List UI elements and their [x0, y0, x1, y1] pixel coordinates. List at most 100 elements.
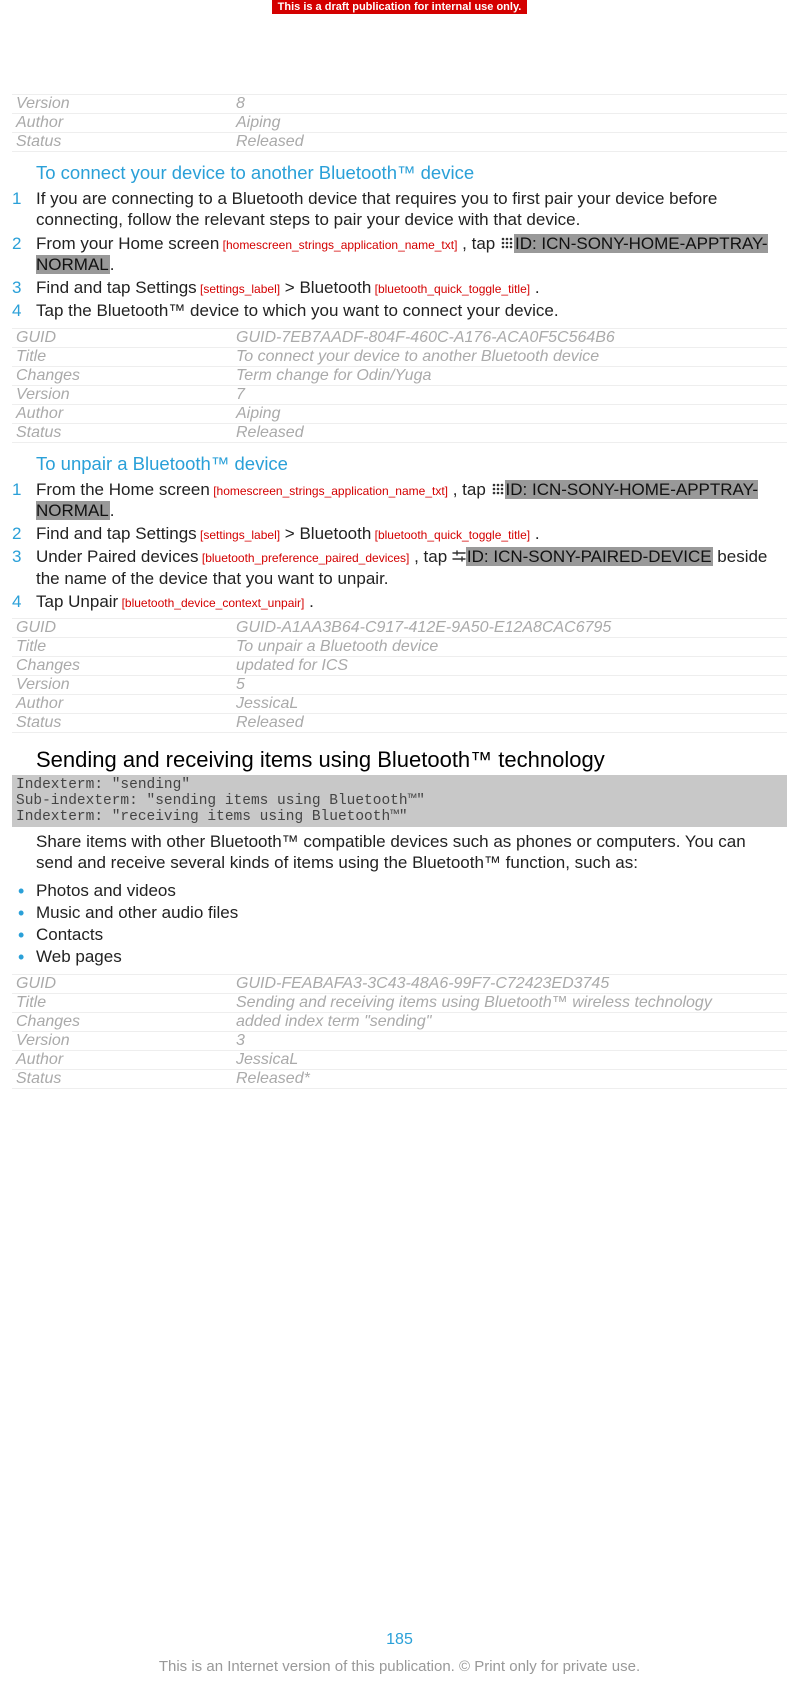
meta-value: JessicaL: [232, 1050, 787, 1069]
page-number: 185: [0, 1631, 799, 1649]
meta-key: GUID: [12, 974, 232, 993]
list-item: Photos and videos: [12, 880, 787, 902]
meta-key: Author: [12, 114, 232, 133]
text: Tap: [36, 592, 68, 611]
meta-value: Term change for Odin/Yuga: [232, 366, 787, 385]
ui-home-screen: Home screen: [118, 234, 219, 253]
meta-key: Author: [12, 695, 232, 714]
meta-key: Status: [12, 423, 232, 442]
string-ref: [bluetooth_preference_paired_devices]: [199, 551, 410, 565]
text: .: [110, 501, 115, 520]
meta-value: To unpair a Bluetooth device: [232, 638, 787, 657]
step-item: From your Home screen [homescreen_string…: [12, 233, 787, 276]
table-row: StatusReleased: [12, 133, 787, 152]
ui-settings: Settings: [135, 524, 196, 543]
meta-table-unpair: GUIDGUID-A1AA3B64-C917-412E-9A50-E12A8CA…: [12, 618, 787, 733]
text: .: [530, 524, 539, 543]
meta-key: Status: [12, 714, 232, 733]
section-heading-connect: To connect your device to another Blueto…: [36, 162, 787, 184]
table-row: Version7: [12, 385, 787, 404]
ui-settings: Settings: [135, 278, 196, 297]
step-item: If you are connecting to a Bluetooth dev…: [12, 188, 787, 231]
meta-value: 8: [232, 95, 787, 114]
table-row: StatusReleased*: [12, 1069, 787, 1088]
meta-value: GUID-FEABAFA3-3C43-48A6-99F7-C72423ED374…: [232, 974, 787, 993]
meta-key: Status: [12, 133, 232, 152]
meta-value: GUID-7EB7AADF-804F-460C-A176-ACA0F5C564B…: [232, 328, 787, 347]
text: >: [280, 278, 299, 297]
footer-note: This is an Internet version of this publ…: [0, 1658, 799, 1675]
table-row: Version3: [12, 1031, 787, 1050]
list-item: Web pages: [12, 946, 787, 968]
text: >: [280, 524, 299, 543]
meta-key: Title: [12, 347, 232, 366]
meta-key: Changes: [12, 1012, 232, 1031]
string-ref: [homescreen_strings_application_name_txt…: [210, 484, 448, 498]
text: From the: [36, 480, 109, 499]
table-row: Version8: [12, 95, 787, 114]
ui-paired-devices: Paired devices: [87, 547, 199, 566]
meta-key: Version: [12, 385, 232, 404]
string-ref: [settings_label]: [197, 528, 280, 542]
meta-value: 7: [232, 385, 787, 404]
meta-value: Aiping: [232, 114, 787, 133]
string-ref: [homescreen_strings_application_name_txt…: [219, 238, 457, 252]
string-ref: [bluetooth_quick_toggle_title]: [371, 282, 530, 296]
step-item: Find and tap Settings [settings_label] >…: [12, 523, 787, 544]
meta-key: Changes: [12, 366, 232, 385]
list-item: Contacts: [12, 924, 787, 946]
meta-value: Aiping: [232, 404, 787, 423]
meta-value: 5: [232, 676, 787, 695]
text: Find and tap: [36, 524, 135, 543]
meta-key: Version: [12, 95, 232, 114]
meta-value: To connect your device to another Blueto…: [232, 347, 787, 366]
text: , tap: [409, 547, 452, 566]
meta-value: 3: [232, 1031, 787, 1050]
meta-key: Title: [12, 993, 232, 1012]
step-item: Under Paired devices [bluetooth_preferen…: [12, 546, 787, 589]
table-row: AuthorAiping: [12, 114, 787, 133]
meta-value: JessicaL: [232, 695, 787, 714]
section-heading-unpair: To unpair a Bluetooth™ device: [36, 453, 787, 475]
ui-unpair: Unpair: [68, 592, 118, 611]
text: .: [530, 278, 539, 297]
icon-id: ID: ICN-SONY-PAIRED-DEVICE: [466, 547, 713, 566]
steps-unpair: From the Home screen [homescreen_strings…: [12, 479, 787, 613]
meta-key: GUID: [12, 619, 232, 638]
string-ref: [bluetooth_device_context_unpair]: [118, 596, 304, 610]
ui-home-screen: Home screen: [109, 480, 210, 499]
text: , tap: [457, 234, 500, 253]
text: Under: [36, 547, 87, 566]
table-row: TitleTo connect your device to another B…: [12, 347, 787, 366]
table-row: AuthorAiping: [12, 404, 787, 423]
table-row: Version5: [12, 676, 787, 695]
meta-value: Released: [232, 133, 787, 152]
text: .: [304, 592, 313, 611]
meta-key: Author: [12, 1050, 232, 1069]
meta-key: Version: [12, 1031, 232, 1050]
step-item: Tap Unpair [bluetooth_device_context_unp…: [12, 591, 787, 612]
table-row: AuthorJessicaL: [12, 695, 787, 714]
step-item: Tap the Bluetooth™ device to which you w…: [12, 300, 787, 321]
string-ref: [bluetooth_quick_toggle_title]: [371, 528, 530, 542]
apptray-icon: [500, 234, 514, 248]
meta-key: GUID: [12, 328, 232, 347]
table-row: GUIDGUID-7EB7AADF-804F-460C-A176-ACA0F5C…: [12, 328, 787, 347]
indexterm-block: Indexterm: "sending" Sub-indexterm: "sen…: [12, 775, 787, 827]
list-item: Music and other audio files: [12, 902, 787, 924]
table-row: TitleTo unpair a Bluetooth device: [12, 638, 787, 657]
meta-value: Released: [232, 714, 787, 733]
text: Find and tap: [36, 278, 135, 297]
meta-key: Author: [12, 404, 232, 423]
meta-value: Released: [232, 423, 787, 442]
step-item: Find and tap Settings [settings_label] >…: [12, 277, 787, 298]
table-row: GUIDGUID-A1AA3B64-C917-412E-9A50-E12A8CA…: [12, 619, 787, 638]
table-row: StatusReleased: [12, 423, 787, 442]
steps-connect: If you are connecting to a Bluetooth dev…: [12, 188, 787, 322]
meta-key: Title: [12, 638, 232, 657]
meta-key: Version: [12, 676, 232, 695]
table-row: AuthorJessicaL: [12, 1050, 787, 1069]
text: , tap: [448, 480, 491, 499]
meta-value: GUID-A1AA3B64-C917-412E-9A50-E12A8CAC679…: [232, 619, 787, 638]
meta-key: Status: [12, 1069, 232, 1088]
